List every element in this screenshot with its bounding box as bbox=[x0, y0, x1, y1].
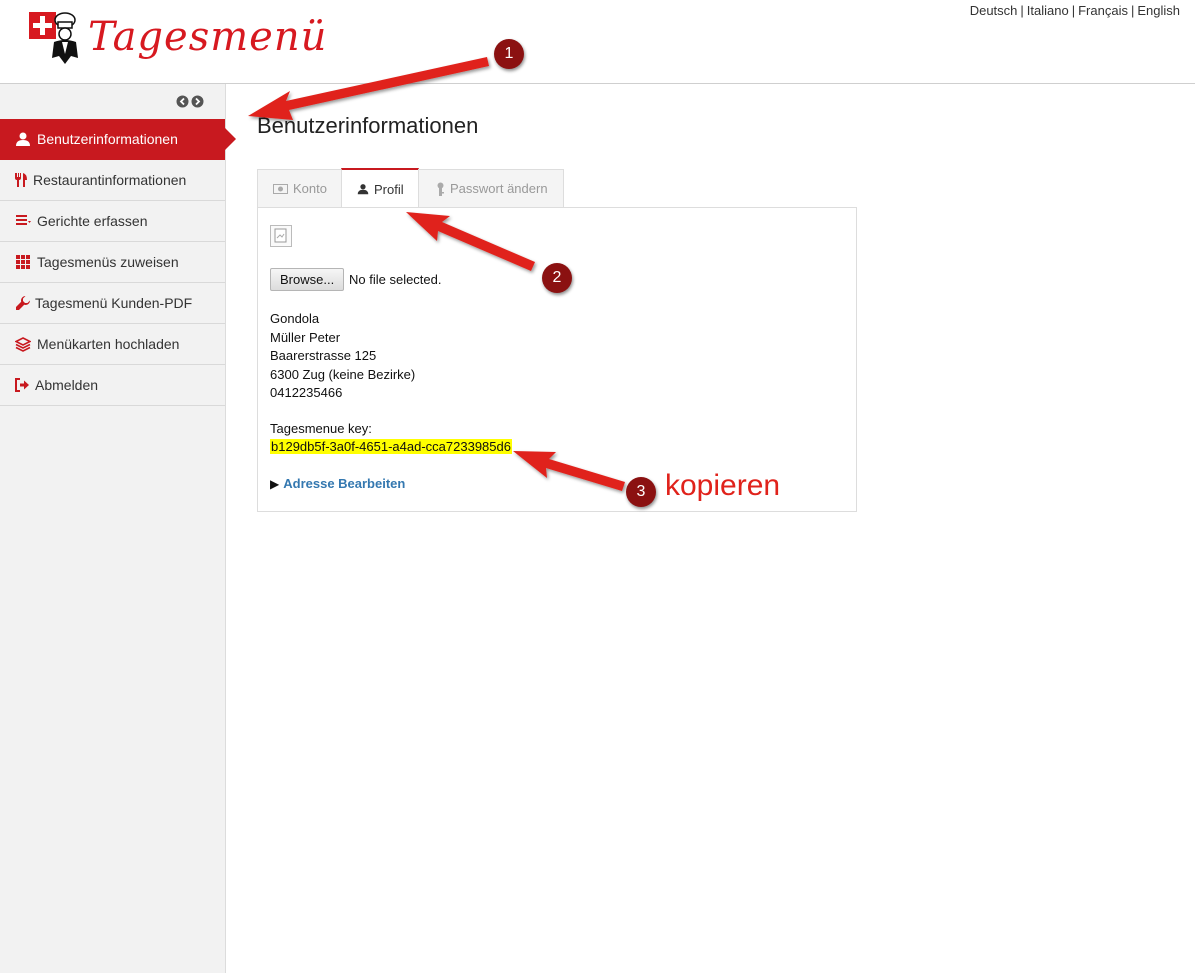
annotation-note: kopieren bbox=[665, 469, 781, 502]
annotation-badge-2: 2 bbox=[542, 263, 572, 293]
annotation-badge-1: 1 bbox=[494, 39, 524, 69]
arrow-1 bbox=[248, 57, 489, 120]
arrow-2 bbox=[406, 212, 535, 271]
annotation-arrows bbox=[248, 57, 625, 491]
arrow-3 bbox=[513, 451, 625, 491]
annotation-badge-3: 3 bbox=[626, 477, 656, 507]
